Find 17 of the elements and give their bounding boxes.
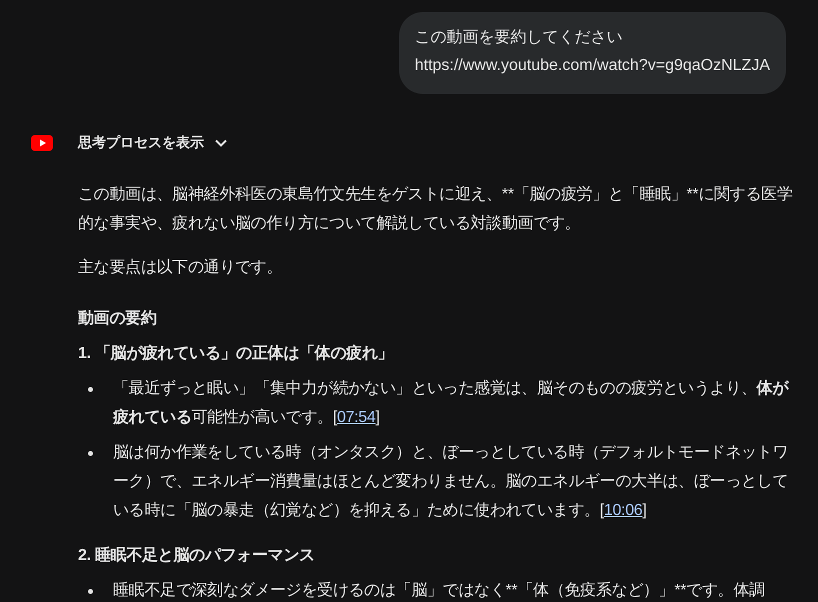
timestamp-link[interactable]: 07:54 <box>336 409 376 426</box>
bullet-dot <box>88 387 93 392</box>
bullet-text: 脳は何か作業をしている時（オンタスク）と、ぼーっとしている時（デフォルトモードネットワーク）で、エネルギー消費量はほとんど変わりません。脳のエネルギーの大半は、ぼーっとしている時に「脳の暴走（幻覚など）を抑える」ために使われています。[10:06] <box>113 442 790 521</box>
subsection-heading: 1. 「脳が疲れている」の正体は「体の疲れ」 <box>78 343 394 364</box>
timestamp-link[interactable]: 10:06 <box>604 502 642 519</box>
message-text: https://www.youtube.com/watch?v=g9qaOzNLZJA <box>414 56 770 76</box>
bullet-text: 「最近ずっと眠い」「集中力が続かない」といった感覚は、脳そのものの疲労というより、体が疲れている可能性が高いです。[07:54] <box>113 378 790 428</box>
bullet-dot <box>88 589 93 594</box>
message-text: この動画を要約してください <box>414 28 624 48</box>
show-thinking-button[interactable]: 思考プロセスを表示 <box>78 134 228 152</box>
lead-text: 主な要点は以下の通りです。 <box>78 258 284 278</box>
intro-paragraph: この動画は、脳神経外科医の東島竹文先生をゲストに迎え、**「脳の疲労」と「睡眠」**に関する医学的な事実や、疲れない脳の作り方について解説している対談動画です。 <box>78 184 794 234</box>
video-play-icon <box>31 135 53 151</box>
bullet-dot <box>88 451 93 456</box>
subsection-heading: 2. 睡眠不足と脳のパフォーマンス <box>78 546 316 566</box>
section-heading: 動画の要約 <box>78 309 158 329</box>
bullet-text: 睡眠不足で深刻なダメージを受けるのは「脳」ではなく**「体（免疫系など）」**です。体調 <box>113 580 765 601</box>
